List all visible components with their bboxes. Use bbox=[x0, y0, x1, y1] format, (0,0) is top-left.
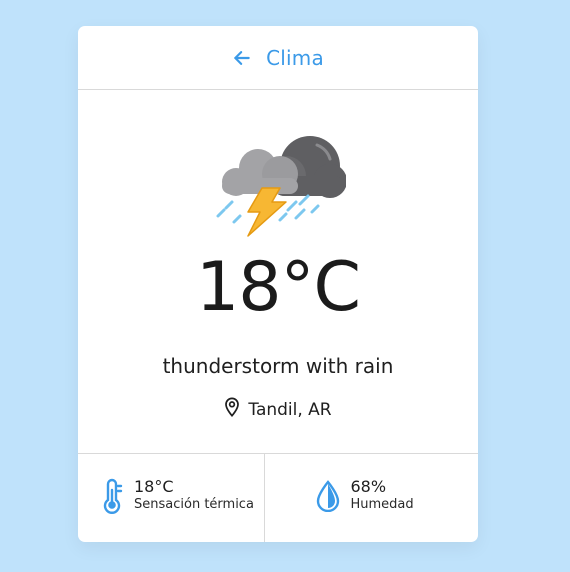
stats-row: 18°C Sensación térmica 68% Humedad bbox=[78, 454, 478, 542]
location-label: Tandil, AR bbox=[248, 399, 332, 420]
map-pin-icon bbox=[224, 397, 240, 422]
weather-card: Clima 18°C thunderstorm with rain Tandil… bbox=[78, 26, 478, 542]
page-title: Clima bbox=[266, 45, 324, 70]
humidity-value: 68% bbox=[350, 476, 387, 496]
header: Clima bbox=[78, 26, 478, 90]
arrow-left-icon[interactable] bbox=[232, 48, 252, 68]
location: Tandil, AR bbox=[78, 397, 478, 422]
humidity-label: Humedad bbox=[350, 496, 414, 512]
water-drop-icon bbox=[315, 480, 341, 516]
humidity-stat: 68% Humedad bbox=[263, 454, 479, 542]
thermometer-icon bbox=[100, 478, 124, 518]
weather-main: 18°C thunderstorm with rain Tandil, AR bbox=[78, 90, 478, 454]
thunderstorm-rain-icon bbox=[214, 126, 347, 242]
feels-like-value: 18°C bbox=[134, 476, 174, 496]
feels-like-stat: 18°C Sensación térmica bbox=[78, 454, 264, 542]
temperature: 18°C bbox=[195, 248, 361, 327]
feels-like-label: Sensación térmica bbox=[134, 496, 254, 512]
weather-description: thunderstorm with rain bbox=[162, 354, 394, 378]
